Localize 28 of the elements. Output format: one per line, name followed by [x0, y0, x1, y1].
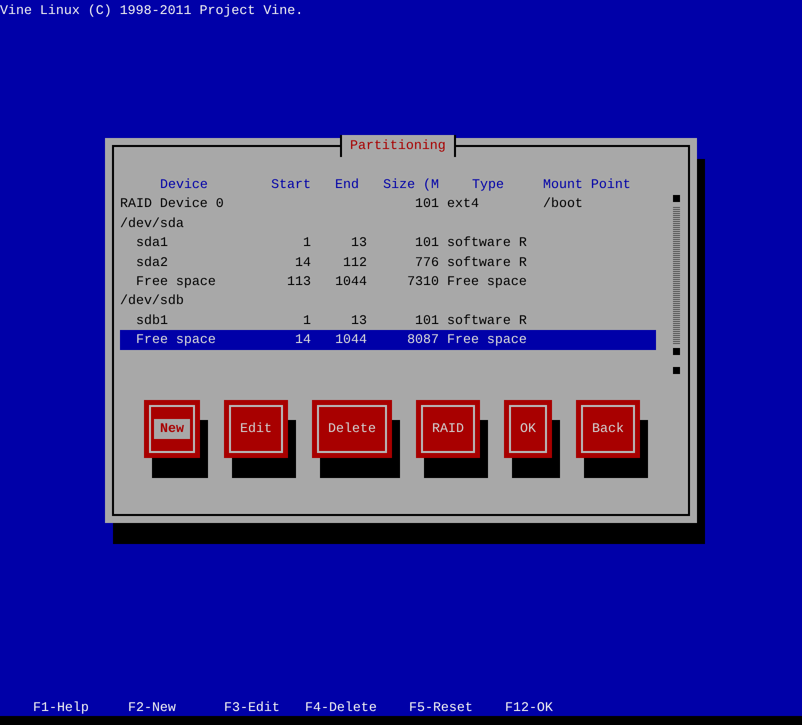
- partition-row[interactable]: RAID Device 0 101 ext4 /boot: [120, 194, 656, 214]
- key-hint: F3-Edit: [224, 699, 281, 716]
- banner-text: Vine Linux (C) 1998-2011 Project Vine.: [0, 3, 304, 18]
- partition-row[interactable]: Free space 113 1044 7310 Free space: [120, 272, 656, 292]
- key-hint: F2-New: [128, 699, 177, 716]
- column-header: Size (M: [382, 176, 439, 194]
- dialog-button[interactable]: RAID: [416, 400, 480, 458]
- partition-row[interactable]: sda2 14 112 776 software R: [120, 252, 656, 272]
- partition-row[interactable]: sda1 1 13 101 software R: [120, 233, 656, 253]
- dialog-button[interactable]: OK: [504, 400, 552, 458]
- column-header: Device: [159, 176, 209, 194]
- column-header: Start: [270, 176, 311, 194]
- key-hint: F4-Delete: [305, 699, 378, 716]
- dialog-title: Partitioning: [350, 138, 446, 153]
- dialog-button[interactable]: Back: [576, 400, 640, 458]
- partition-row[interactable]: sdb1 1 13 101 software R: [120, 310, 656, 330]
- column-header: Type: [471, 176, 505, 194]
- dialog-button[interactable]: Edit: [224, 400, 288, 458]
- partition-row[interactable]: Free space 14 1044 8087 Free space: [120, 330, 656, 350]
- key-hint: F5-Reset: [409, 699, 474, 716]
- partition-row[interactable]: /dev/sda: [120, 214, 656, 234]
- key-hint: F12-OK: [505, 699, 554, 716]
- column-header: Mount Point: [543, 176, 632, 194]
- dialog-button[interactable]: Delete: [312, 400, 392, 458]
- column-header: End: [334, 176, 360, 194]
- scrollbar[interactable]: [673, 195, 680, 374]
- key-hint: F1-Help: [33, 699, 90, 716]
- partition-row[interactable]: /dev/sdb: [120, 291, 656, 311]
